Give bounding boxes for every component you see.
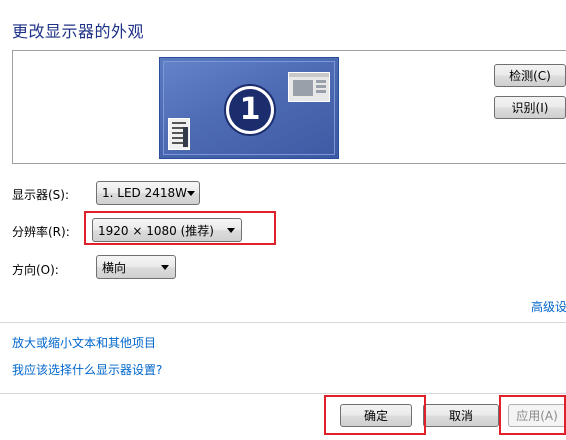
monitor-1-thumbnail[interactable]: 1 [159,57,339,159]
page-title: 更改显示器的外观 [12,22,145,41]
zoom-text-link[interactable]: 放大或缩小文本和其他项目 [12,334,156,351]
resolution-select-value: 1920 × 1080 (推荐) [98,223,214,238]
monitor-number: 1 [229,89,271,131]
monitor-number-badge: 1 [224,84,276,136]
monitor-screen: 1 [163,61,335,155]
orientation-select[interactable]: 横向 [96,255,176,279]
apply-button[interactable]: 应用(A) [508,404,566,427]
orientation-select-value: 横向 [102,260,127,275]
footer-divider [0,393,566,394]
identify-button[interactable]: 识别(I) [494,96,566,119]
display-select[interactable]: 1. LED 2418W [96,181,200,205]
resolution-label: 分辨率(R): [12,225,70,239]
display-label: 显示器(S): [12,188,70,202]
chevron-down-icon [227,227,235,233]
advanced-settings-link[interactable]: 高级设 [531,298,566,315]
display-select-value: 1. LED 2418W [102,186,187,200]
sidebar-thumbnail-icon [168,118,190,150]
divider [0,322,566,323]
orientation-label: 方向(O): [12,263,59,277]
window-thumbnail-icon [288,72,330,102]
chevron-down-icon [161,264,169,270]
detect-button[interactable]: 检测(C) [494,64,566,87]
cancel-button[interactable]: 取消 [423,404,499,427]
resolution-select[interactable]: 1920 × 1080 (推荐) [92,218,242,242]
chevron-down-icon [187,190,195,196]
ok-button[interactable]: 确定 [340,404,412,427]
which-settings-link[interactable]: 我应该选择什么显示器设置? [12,361,162,378]
monitor-preview-panel: 1 [12,50,566,164]
